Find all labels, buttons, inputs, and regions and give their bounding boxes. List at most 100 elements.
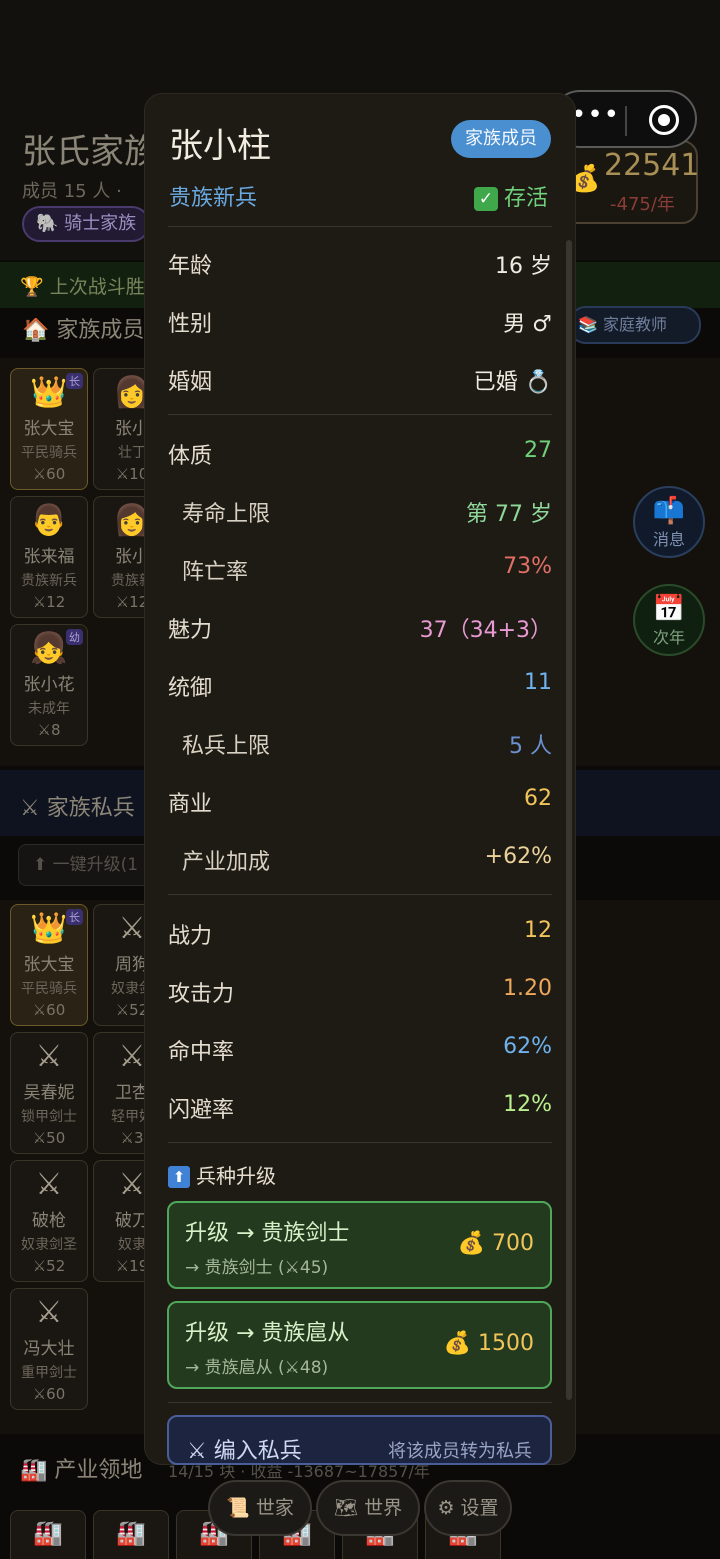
member-avatar-icon: ⚔ <box>35 1039 63 1074</box>
dodge-rate-label: 闪避率 <box>168 1098 235 1123</box>
industry-section-title: 🏭 产业领地 <box>20 1458 143 1483</box>
member-card[interactable]: ⚔ 吴春妮 锁甲剑士 ⚔50 <box>10 1032 88 1154</box>
upgrade-option-title: 升级 → 贵族剑士 <box>185 1221 350 1246</box>
constitution-value: 27 <box>524 438 552 463</box>
member-card-name: 吴春妮 <box>23 1083 75 1103</box>
death-rate-label: 阵亡率 <box>182 560 249 585</box>
age-label: 年龄 <box>168 254 213 279</box>
nav-family-button[interactable]: 📜 世家 <box>208 1480 312 1536</box>
member-card-rank: 锁甲剑士 <box>21 1109 77 1125</box>
troop-cap-label: 私兵上限 <box>182 734 271 759</box>
member-card[interactable]: 👑 张大宝 平民骑兵 ⚔60 长 <box>10 368 88 490</box>
nav-settings-button[interactable]: ⚙ 设置 <box>424 1480 512 1536</box>
enlist-soldier-label: ⚔ 编入私兵 <box>187 1439 302 1464</box>
gold-rate: -475/年 <box>610 194 675 215</box>
command-value: 11 <box>524 670 552 695</box>
age-value: 16 岁 <box>495 254 552 279</box>
marriage-value: 已婚 💍 <box>473 370 552 395</box>
member-card[interactable]: 👨 张来福贵族新兵 ⚔12 <box>10 496 88 618</box>
divider <box>168 1142 552 1143</box>
member-card[interactable]: 👧 张小花 未成年 ⚔8 幼 <box>10 624 88 746</box>
hit-rate-value: 62% <box>503 1034 552 1059</box>
member-count: 成员 15 人 · <box>22 181 122 202</box>
combat-power-value: 12 <box>524 918 552 943</box>
member-card-name: 张来福 <box>23 547 75 567</box>
member-name: 张小柱 <box>169 126 271 166</box>
calendar-icon: 📅 <box>652 594 686 624</box>
member-avatar-icon: ⚔ <box>35 1167 63 1202</box>
upgrade-option-cost: 💰 700 <box>457 1231 534 1256</box>
business-value: 62 <box>524 786 552 811</box>
battle-banner-text: 🏆 上次战斗胜 <box>20 276 145 298</box>
member-type-badge: 家族成员 <box>451 120 551 158</box>
upgrade-option-button[interactable]: 升级 → 贵族扈从 → 贵族扈从 (⚔48) 💰 1500 <box>167 1301 552 1389</box>
constitution-label: 体质 <box>168 444 213 469</box>
divider <box>168 1402 552 1403</box>
member-card-power: ⚔60 <box>32 1385 66 1403</box>
hit-rate-label: 命中率 <box>168 1040 235 1065</box>
nav-world-button[interactable]: 🗺 世界 <box>316 1480 420 1536</box>
member-card-rank: 重甲剑士 <box>21 1365 77 1381</box>
member-card-power: ⚔12 <box>32 593 66 611</box>
lifespan-value: 第 77 岁 <box>466 502 552 527</box>
upgrade-all-button[interactable]: ⬆ 一键升级(1 <box>18 844 158 886</box>
lifespan-label: 寿命上限 <box>182 502 271 527</box>
combat-power-label: 战力 <box>168 924 213 949</box>
modal-scrollbar[interactable] <box>566 240 572 1400</box>
upgrade-option-button[interactable]: 升级 → 贵族剑士 → 贵族剑士 (⚔45) 💰 700 <box>167 1201 552 1289</box>
upgrade-option-detail: → 贵族剑士 (⚔45) <box>185 1258 329 1278</box>
member-card-name: 破枪 <box>32 1211 66 1231</box>
industry-bonus-label: 产业加成 <box>182 850 271 875</box>
member-card-name: 张大宝 <box>23 419 75 439</box>
enlist-soldier-button[interactable]: ⚔ 编入私兵 将该成员转为私兵 <box>167 1415 552 1465</box>
member-avatar-icon: ⚔ <box>35 1295 63 1330</box>
message-button[interactable]: 📫 消息 <box>633 486 705 558</box>
check-icon: ✓ <box>474 187 498 211</box>
troop-cap-value: 5 人 <box>509 734 552 759</box>
family-teacher-button[interactable]: 📚 家庭教师 <box>568 306 701 344</box>
factory-icon: 🏭 <box>116 1519 146 1547</box>
factory-tile[interactable]: 🏭 <box>93 1510 169 1559</box>
business-label: 商业 <box>168 792 213 817</box>
more-icon[interactable]: ••• <box>571 100 620 130</box>
family-title: 张氏家族 <box>22 132 158 172</box>
member-card-power: ⚔52 <box>32 1257 66 1275</box>
member-card-tag: 长 <box>66 909 83 925</box>
charm-value: 37（34+3） <box>419 618 552 643</box>
upgrade-header-text: 兵种升级 <box>196 1164 276 1188</box>
next-year-button[interactable]: 📅 次年 <box>633 584 705 656</box>
member-card-tag: 长 <box>66 373 83 389</box>
charm-label: 魅力 <box>168 618 213 643</box>
gold-value: 22541 <box>604 148 700 183</box>
upgrade-option-cost: 💰 1500 <box>443 1331 534 1356</box>
member-card[interactable]: ⚔ 破枪奴隶剑圣 ⚔52 <box>10 1160 88 1282</box>
soldiers-section-title: ⚔ 家族私兵 <box>20 796 135 821</box>
member-card[interactable]: 👑 张大宝 平民骑兵 ⚔60 长 <box>10 904 88 1026</box>
member-card-name: 冯大壮 <box>23 1339 75 1359</box>
marriage-label: 婚姻 <box>168 370 213 395</box>
member-card-rank: 奴隶剑圣 <box>21 1237 77 1253</box>
member-card[interactable]: ⚔ 冯大壮重甲剑士 ⚔60 <box>10 1288 88 1410</box>
member-card-power: ⚔8 <box>37 721 61 739</box>
member-card-name: 张小花 <box>23 675 75 695</box>
family-type-badge: 🐘 骑士家族 <box>22 206 151 242</box>
upgrade-header: ⬆ 兵种升级 <box>168 1160 276 1189</box>
member-avatar-icon: 👨 <box>30 503 68 538</box>
death-rate-value: 73% <box>503 554 552 579</box>
member-card-rank: 平民骑兵 <box>21 445 77 461</box>
message-label: 消息 <box>652 530 685 549</box>
close-miniprogram-icon[interactable] <box>649 105 679 135</box>
divider <box>168 894 552 895</box>
up-arrow-icon: ⬆ <box>168 1166 190 1188</box>
enlist-soldier-note: 将该成员转为私兵 <box>388 1441 532 1462</box>
factory-icon: 🏭 <box>33 1519 63 1547</box>
member-card-rank: 未成年 <box>28 701 70 717</box>
gender-label: 性别 <box>168 312 213 337</box>
upgrade-option-detail: → 贵族扈从 (⚔48) <box>185 1358 329 1378</box>
attack-value: 1.20 <box>503 976 552 1001</box>
factory-tile[interactable]: 🏭 <box>10 1510 86 1559</box>
command-label: 统御 <box>168 676 213 701</box>
gender-value: 男 ♂ <box>503 312 552 337</box>
member-card-rank: 贵族新兵 <box>21 573 77 589</box>
alive-status: ✓ 存活 <box>474 180 548 212</box>
